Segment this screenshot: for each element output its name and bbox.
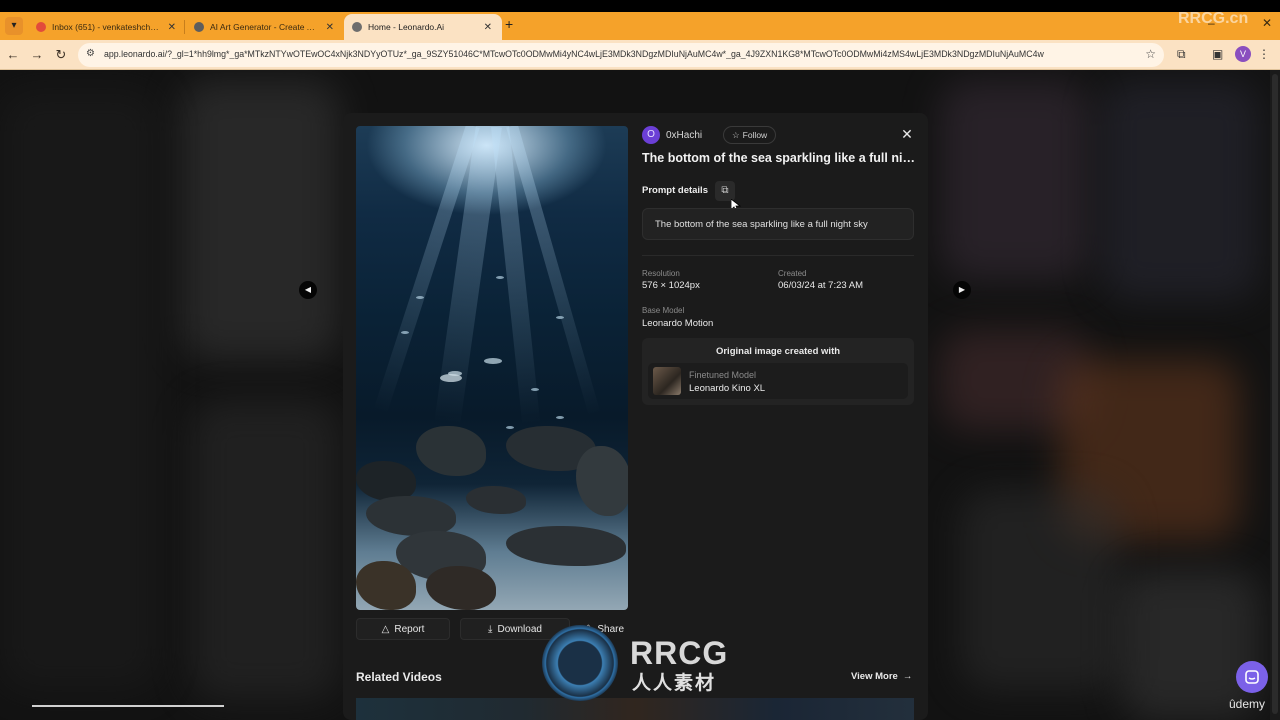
prompt-details-label: Prompt details bbox=[642, 185, 708, 196]
base-model-value: Leonardo Motion bbox=[642, 318, 714, 329]
resolution-label: Resolution bbox=[642, 269, 680, 278]
download-label: Download bbox=[497, 623, 542, 635]
related-videos-title: Related Videos bbox=[356, 670, 442, 684]
tab-title: AI Art Generator - Create Art, Im... bbox=[210, 22, 320, 32]
tab-inbox[interactable]: Inbox (651) - venkateshchennu... ✕ bbox=[28, 14, 186, 40]
globe-icon bbox=[194, 22, 204, 32]
original-image-card: Original image created with Finetuned Mo… bbox=[642, 338, 914, 405]
generated-image-underwater[interactable] bbox=[356, 126, 628, 610]
screen: ▾ Inbox (651) - venkateshchennu... ✕ AI … bbox=[0, 0, 1280, 720]
chat-support-button[interactable] bbox=[1236, 661, 1268, 693]
side-panel-icon[interactable]: ▣ bbox=[1212, 47, 1223, 61]
browser-menu-icon[interactable]: ⋮ bbox=[1258, 47, 1270, 61]
tab-ai-art-generator[interactable]: AI Art Generator - Create Art, Im... ✕ bbox=[186, 14, 344, 40]
prompt-text: The bottom of the sea sparkling like a f… bbox=[655, 219, 868, 230]
image-detail-modal: △ Report ⤓ Download ⇪ Share O 0xHachi ☆ … bbox=[343, 113, 928, 720]
reload-icon[interactable]: ↻ bbox=[52, 46, 70, 64]
rrcg-logo bbox=[542, 625, 618, 701]
tab-search-button[interactable]: ▾ bbox=[5, 17, 23, 35]
corner-watermark: RRCG.cn bbox=[1178, 10, 1249, 27]
view-more-link[interactable]: View More → bbox=[851, 671, 912, 682]
address-url[interactable]: app.leonardo.ai/?_gl=1*hh9lmg*_ga*MTkzNT… bbox=[104, 49, 1134, 59]
tab-close-icon[interactable]: ✕ bbox=[326, 22, 334, 33]
tab-title: Home - Leonardo.Ai bbox=[368, 22, 445, 32]
bookmark-star-icon[interactable]: ☆ bbox=[1145, 47, 1156, 61]
follow-button[interactable]: ☆ Follow bbox=[723, 126, 777, 144]
watermark-top: RRCG bbox=[630, 635, 729, 671]
image-title: The bottom of the sea sparkling like a f… bbox=[642, 151, 918, 165]
extensions-puzzle-icon[interactable]: ⧉ bbox=[1177, 47, 1186, 62]
gmail-icon bbox=[36, 22, 46, 32]
copy-prompt-button[interactable]: ⧉ bbox=[715, 181, 735, 201]
follow-label: Follow bbox=[742, 130, 768, 140]
resolution-value: 576 × 1024px bbox=[642, 280, 700, 291]
tab-separator bbox=[184, 20, 185, 34]
created-label: Created bbox=[778, 269, 807, 278]
arrow-right-icon: → bbox=[902, 671, 913, 682]
address-bar[interactable]: ⚙ app.leonardo.ai/?_gl=1*hh9lmg*_ga*MTkz… bbox=[78, 43, 1164, 67]
new-tab-plus-icon[interactable]: + bbox=[505, 16, 513, 32]
report-label: Report bbox=[394, 623, 425, 635]
base-model-label: Base Model bbox=[642, 306, 685, 315]
model-name: Leonardo Kino XL bbox=[689, 383, 766, 394]
previous-image-button[interactable]: ◀ bbox=[299, 281, 317, 299]
chat-bubble-icon bbox=[1245, 670, 1259, 684]
close-icon[interactable]: ✕ bbox=[899, 126, 915, 142]
author-name[interactable]: 0xHachi bbox=[666, 130, 702, 141]
forward-arrow-icon[interactable]: → bbox=[28, 46, 46, 64]
view-more-label: View More bbox=[851, 671, 898, 682]
window-close-icon[interactable]: ✕ bbox=[1262, 16, 1272, 30]
original-image-heading: Original image created with bbox=[715, 346, 841, 357]
site-info-icon[interactable]: ⚙ bbox=[86, 48, 95, 59]
back-arrow-icon[interactable]: ← bbox=[4, 46, 22, 64]
copy-icon: ⧉ bbox=[721, 185, 729, 196]
warning-triangle-icon: △ bbox=[381, 623, 390, 635]
browser-tab-bar: ▾ Inbox (651) - venkateshchennu... ✕ AI … bbox=[0, 12, 1280, 40]
tab-leonardo-home[interactable]: Home - Leonardo.Ai ✕ bbox=[344, 14, 502, 40]
prompt-box: The bottom of the sea sparkling like a f… bbox=[642, 208, 914, 240]
udemy-watermark: ûdemy bbox=[1229, 697, 1266, 711]
next-image-button[interactable]: ▶ bbox=[953, 281, 971, 299]
report-button[interactable]: △ Report bbox=[356, 618, 450, 640]
model-kind: Finetuned Model bbox=[689, 370, 757, 380]
finetuned-model-row[interactable]: Finetuned Model Leonardo Kino XL bbox=[648, 363, 908, 399]
profile-avatar[interactable]: V bbox=[1235, 46, 1251, 62]
tab-close-icon[interactable]: ✕ bbox=[484, 22, 492, 33]
scrollbar-thumb[interactable] bbox=[1272, 74, 1278, 714]
star-icon: ☆ bbox=[732, 130, 740, 140]
divider bbox=[642, 255, 914, 256]
page-scrollbar[interactable] bbox=[1270, 70, 1280, 720]
leonardo-icon bbox=[352, 22, 362, 32]
author-avatar[interactable]: O bbox=[642, 126, 660, 144]
model-thumbnail bbox=[653, 367, 681, 395]
created-value: 06/03/24 at 7:23 AM bbox=[778, 280, 864, 291]
video-progress-bar[interactable] bbox=[32, 705, 224, 707]
letterbox bbox=[0, 0, 1280, 12]
download-icon: ⤓ bbox=[488, 623, 493, 635]
tab-close-icon[interactable]: ✕ bbox=[168, 22, 176, 33]
watermark-bottom: 人人素材 bbox=[632, 673, 717, 694]
browser-toolbar: ← → ↻ ⚙ app.leonardo.ai/?_gl=1*hh9lmg*_g… bbox=[0, 40, 1280, 70]
tab-title: Inbox (651) - venkateshchennu... bbox=[52, 22, 162, 32]
related-videos-strip[interactable] bbox=[356, 698, 914, 720]
